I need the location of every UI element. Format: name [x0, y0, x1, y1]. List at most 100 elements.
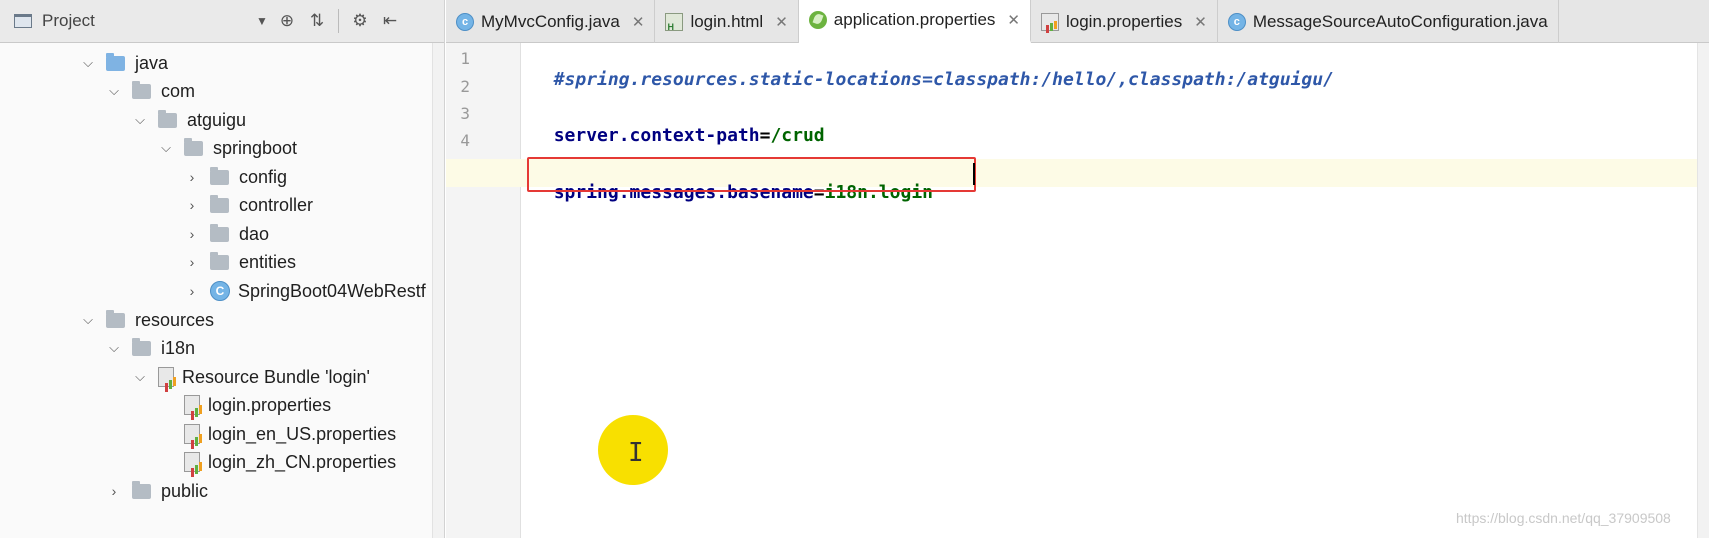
tab-application-properties[interactable]: application.properties ✕ — [798, 0, 1031, 43]
tab-login-html[interactable]: login.html ✕ — [655, 0, 799, 43]
chevron-down-icon[interactable]: ⌵ — [106, 83, 122, 99]
editor-tabs: c MyMvcConfig.java ✕ login.html ✕ applic… — [446, 0, 1709, 43]
property-separator: = — [759, 125, 771, 146]
properties-file-icon — [184, 424, 202, 444]
tree-item-label: SpringBoot04WebRestf — [238, 280, 426, 301]
package-icon — [158, 109, 177, 128]
tree-item-atguigu[interactable]: ⌵ atguigu — [132, 105, 246, 135]
project-panel-header: Project ▼ ⊕ ⇅ ⚙ ⇤ — [0, 0, 444, 43]
tree-item-public[interactable]: › public — [106, 476, 208, 506]
tab-label: MessageSourceAutoConfiguration.java — [1252, 11, 1548, 31]
chevron-down-icon[interactable]: ⌵ — [158, 140, 174, 156]
chevron-down-icon[interactable]: ⌵ — [80, 312, 96, 328]
properties-file-icon — [184, 452, 202, 472]
tree-item-label: Resource Bundle 'login' — [182, 366, 370, 387]
line-number-gutter: 1 2 3 4 5 — [446, 43, 521, 538]
tree-item-dao[interactable]: › dao — [184, 219, 269, 249]
collapse-icon[interactable]: ⇅ — [302, 11, 332, 31]
tree-item-login-en-us-properties[interactable]: login_en_US.properties — [184, 419, 396, 449]
chevron-right-icon[interactable]: › — [106, 483, 122, 499]
tree-item-springboot[interactable]: ⌵ springboot — [158, 133, 297, 163]
tree-item-login-zh-cn-properties[interactable]: login_zh_CN.properties — [184, 447, 396, 477]
chevron-down-icon[interactable]: ⌵ — [132, 369, 148, 385]
property-value: /crud — [770, 125, 825, 146]
package-icon — [210, 251, 229, 270]
folder-icon — [132, 480, 151, 499]
code-line-3[interactable]: server.context-path=/crud — [532, 104, 825, 146]
tree-item-com[interactable]: ⌵ com — [106, 76, 195, 106]
hide-icon[interactable]: ⇤ — [375, 11, 405, 31]
folder-icon — [132, 337, 151, 356]
code-comment: #spring.resources.static-locations=class… — [553, 69, 1334, 90]
tree-item-label: login_zh_CN.properties — [208, 451, 397, 472]
package-icon — [210, 194, 229, 213]
package-icon — [210, 166, 229, 185]
tab-login-properties[interactable]: login.properties ✕ — [1031, 0, 1218, 43]
chevron-down-icon[interactable]: ⌵ — [80, 55, 96, 71]
tab-mymvcconfig-java[interactable]: c MyMvcConfig.java ✕ — [446, 0, 656, 43]
tree-item-entities[interactable]: › entities — [184, 247, 296, 277]
chevron-right-icon[interactable]: › — [184, 169, 200, 185]
tree-item-label: resources — [135, 309, 215, 330]
project-view-selector[interactable]: Project — [42, 11, 252, 31]
project-tool-window: Project ▼ ⊕ ⇅ ⚙ ⇤ ⌵ java ⌵ com ⌵ atguigu… — [0, 0, 445, 538]
project-scrollbar[interactable] — [432, 43, 444, 538]
tree-item-java[interactable]: ⌵ java — [80, 48, 168, 78]
text-caret — [973, 163, 975, 185]
tree-item-controller[interactable]: › controller — [184, 190, 313, 220]
gear-icon[interactable]: ⚙ — [345, 11, 375, 31]
source-folder-icon — [106, 52, 125, 71]
tree-item-login-properties[interactable]: login.properties — [184, 390, 331, 420]
tree-item-i18n[interactable]: ⌵ i18n — [106, 333, 195, 363]
ibeam-cursor-icon: I — [628, 438, 644, 468]
tree-item-config[interactable]: › config — [184, 162, 287, 192]
chevron-down-icon[interactable]: ⌵ — [106, 340, 122, 356]
close-icon[interactable]: ✕ — [1007, 11, 1020, 29]
properties-file-icon — [1040, 12, 1059, 31]
tree-item-label: java — [135, 52, 169, 73]
resources-folder-icon — [106, 309, 125, 328]
chevron-down-icon[interactable]: ▼ — [252, 14, 272, 28]
chevron-right-icon[interactable]: › — [184, 283, 200, 299]
tree-item-label: login_en_US.properties — [208, 423, 397, 444]
close-icon[interactable]: ✕ — [1194, 13, 1207, 31]
tree-item-label: entities — [239, 251, 297, 272]
tab-label: MyMvcConfig.java — [481, 11, 620, 31]
html-file-icon — [665, 12, 684, 32]
toolbar-divider — [338, 9, 339, 33]
properties-file-icon — [184, 395, 202, 415]
close-icon[interactable]: ✕ — [632, 13, 645, 31]
tree-item-label: public — [161, 480, 209, 501]
tree-item-label: controller — [239, 194, 314, 215]
tree-item-springboot-application[interactable]: › C SpringBoot04WebRestf — [184, 276, 426, 306]
tree-item-label: login.properties — [208, 394, 332, 415]
resource-bundle-icon — [158, 367, 176, 387]
tree-item-resource-bundle[interactable]: ⌵ Resource Bundle 'login' — [132, 362, 370, 392]
tab-messagesourceautoconfiguration-java[interactable]: c MessageSourceAutoConfiguration.java — [1218, 0, 1559, 43]
package-icon — [210, 223, 229, 242]
annotation-highlight-box — [527, 157, 976, 192]
java-class-icon: c — [1227, 12, 1246, 31]
package-icon — [132, 80, 151, 99]
property-key: server.context-path — [553, 125, 760, 146]
project-icon — [14, 14, 32, 28]
editor-scrollbar[interactable] — [1697, 43, 1709, 538]
tree-item-label: com — [161, 80, 196, 101]
code-line-1[interactable]: #spring.resources.static-locations=class… — [532, 48, 1334, 90]
chevron-right-icon[interactable]: › — [184, 254, 200, 270]
chevron-down-icon[interactable]: ⌵ — [132, 112, 148, 128]
chevron-right-icon[interactable]: › — [184, 197, 200, 213]
tree-item-label: dao — [239, 223, 270, 244]
tree-item-label: springboot — [213, 137, 298, 158]
watermark: https://blog.csdn.net/qq_37909508 — [1456, 510, 1671, 526]
tree-item-resources[interactable]: ⌵ resources — [80, 305, 214, 335]
tree-item-label: atguigu — [187, 109, 247, 130]
tab-label: application.properties — [833, 10, 996, 29]
close-icon[interactable]: ✕ — [775, 13, 788, 31]
spring-boot-class-icon: C — [210, 281, 230, 301]
line-number: 1 — [460, 49, 470, 68]
crosshair-icon[interactable]: ⊕ — [272, 11, 302, 31]
tree-item-label: i18n — [161, 337, 196, 358]
chevron-right-icon[interactable]: › — [184, 226, 200, 242]
java-class-icon: c — [456, 12, 474, 31]
